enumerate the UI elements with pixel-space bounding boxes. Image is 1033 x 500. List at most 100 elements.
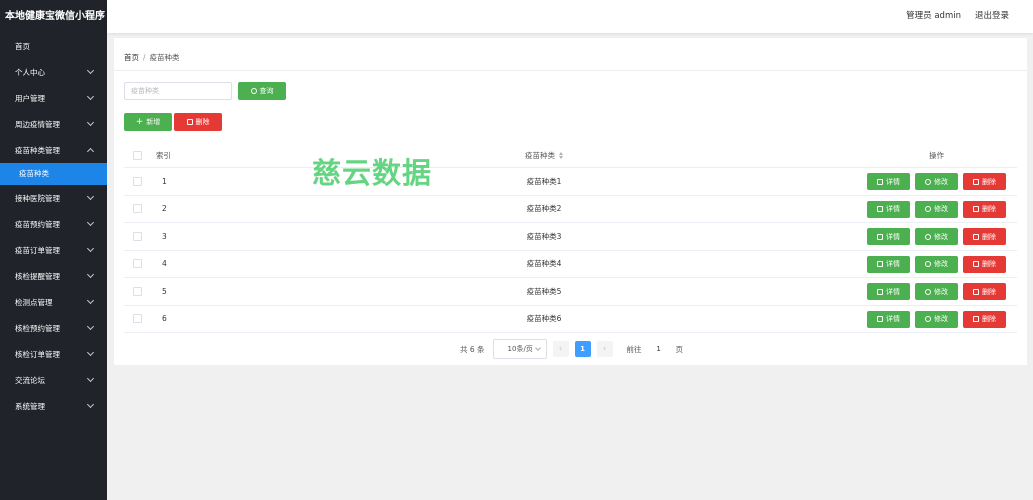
detail-button[interactable]: 详情 bbox=[867, 310, 910, 328]
detail-button[interactable]: 详情 bbox=[867, 173, 910, 190]
breadcrumb-separator: / bbox=[143, 53, 146, 62]
detail-button-label: 详情 bbox=[886, 287, 900, 296]
sidebar-item[interactable]: 疫苗种类管理 bbox=[0, 137, 107, 163]
edit-button[interactable]: 修改 bbox=[915, 200, 958, 218]
goto-suffix: 页 bbox=[675, 344, 684, 354]
sidebar-subitem-active[interactable]: 疫苗种类 bbox=[0, 163, 107, 185]
next-page-button[interactable]: › bbox=[596, 341, 613, 357]
row-checkbox[interactable] bbox=[133, 176, 142, 186]
sidebar-item[interactable]: 检测点管理 bbox=[0, 289, 107, 315]
logout-link[interactable]: 退出登录 bbox=[975, 0, 1009, 33]
row-type: 疫苗种类2 bbox=[526, 204, 562, 214]
trash-icon bbox=[186, 119, 193, 125]
sidebar-item[interactable]: 周边疫情管理 bbox=[0, 111, 107, 137]
pencil-icon bbox=[925, 261, 931, 267]
row-index: 1 bbox=[162, 176, 167, 186]
row-delete-button-label: 删除 bbox=[982, 232, 996, 241]
edit-button[interactable]: 修改 bbox=[915, 173, 958, 190]
row-delete-button[interactable]: 删除 bbox=[963, 310, 1006, 328]
trash-icon bbox=[973, 178, 979, 185]
breadcrumb-home[interactable]: 首页 bbox=[124, 53, 139, 62]
sidebar-item[interactable]: 用户管理 bbox=[0, 85, 107, 111]
row-delete-button[interactable]: 删除 bbox=[963, 200, 1006, 218]
row-delete-button[interactable]: 删除 bbox=[963, 255, 1006, 273]
row-index: 4 bbox=[162, 259, 167, 269]
add-button[interactable]: + 新增 bbox=[124, 113, 172, 131]
chevron-up-icon bbox=[86, 147, 95, 156]
sidebar-item[interactable]: 核检预约管理 bbox=[0, 315, 107, 341]
row-delete-button[interactable]: 删除 bbox=[963, 283, 1006, 300]
search-input[interactable] bbox=[124, 82, 232, 100]
select-all-checkbox[interactable] bbox=[133, 150, 142, 160]
prev-page-button[interactable]: ‹ bbox=[552, 341, 569, 357]
row-checkbox[interactable] bbox=[133, 231, 142, 241]
row-index: 5 bbox=[162, 286, 167, 296]
edit-button[interactable]: 修改 bbox=[915, 310, 958, 328]
chevron-down-icon bbox=[86, 218, 95, 227]
sort-icon[interactable] bbox=[559, 151, 563, 159]
header-type[interactable]: 疫苗种类 bbox=[464, 143, 624, 167]
row-index: 6 bbox=[162, 314, 167, 324]
row-checkbox[interactable] bbox=[133, 204, 142, 214]
edit-button[interactable]: 修改 bbox=[915, 228, 958, 245]
pencil-icon bbox=[925, 206, 931, 212]
main-panel: 首页/疫苗种类 查询 + 新增 删除 索引 疫苗种类 操作 1疫苗种类1详情修改… bbox=[114, 38, 1027, 365]
row-delete-button[interactable]: 删除 bbox=[963, 173, 1006, 190]
chevron-down-icon bbox=[86, 400, 95, 409]
detail-button[interactable]: 详情 bbox=[867, 228, 910, 245]
chevron-down-icon bbox=[86, 92, 95, 101]
sidebar-item-label: 周边疫情管理 bbox=[15, 119, 60, 129]
row-actions: 详情 修改 删除 bbox=[867, 283, 1006, 300]
sidebar-item[interactable]: 疫苗预约管理 bbox=[0, 211, 107, 237]
sidebar-item[interactable]: 个人中心 bbox=[0, 59, 107, 85]
sidebar: 本地健康宝微信小程序 首页 个人中心 用户管理 周边疫情管理 疫苗种类管理 疫苗种类 接种医… bbox=[0, 0, 107, 500]
row-type: 疫苗种类1 bbox=[526, 176, 562, 186]
delete-button[interactable]: 删除 bbox=[174, 113, 222, 131]
edit-button[interactable]: 修改 bbox=[915, 283, 958, 300]
row-checkbox[interactable] bbox=[133, 259, 142, 269]
row-type: 疫苗种类6 bbox=[526, 314, 562, 324]
sidebar-item[interactable]: 疫苗订单管理 bbox=[0, 237, 107, 263]
table-header: 索引 疫苗种类 操作 bbox=[124, 143, 1017, 168]
search-button[interactable]: 查询 bbox=[238, 82, 286, 100]
chevron-down-icon bbox=[86, 374, 95, 383]
goto-prefix: 前往 bbox=[626, 344, 642, 354]
breadcrumb-current: 疫苗种类 bbox=[149, 53, 180, 62]
page-size-select[interactable]: 10条/页 bbox=[492, 339, 547, 359]
detail-button[interactable]: 详情 bbox=[867, 200, 910, 218]
row-delete-button[interactable]: 删除 bbox=[963, 228, 1006, 245]
chevron-down-icon bbox=[86, 322, 95, 331]
sidebar-item[interactable]: 核检订单管理 bbox=[0, 341, 107, 367]
goto-page-input[interactable] bbox=[645, 340, 672, 358]
sidebar-item[interactable]: 系统管理 bbox=[0, 393, 107, 419]
row-checkbox[interactable] bbox=[133, 314, 142, 324]
sidebar-item[interactable]: 首页 bbox=[0, 33, 107, 59]
table-row: 3 疫苗种类3 详情 修改 删除 bbox=[124, 223, 1017, 251]
page-number-button[interactable]: 1 bbox=[574, 341, 591, 357]
sidebar-item-label: 系统管理 bbox=[15, 401, 45, 411]
row-checkbox[interactable] bbox=[133, 286, 142, 296]
sidebar-item[interactable]: 核检提醒管理 bbox=[0, 263, 107, 289]
detail-button[interactable]: 详情 bbox=[867, 255, 910, 273]
detail-button-label: 详情 bbox=[886, 232, 900, 241]
document-icon bbox=[877, 261, 883, 267]
edit-button-label: 修改 bbox=[934, 177, 948, 186]
edit-button[interactable]: 修改 bbox=[915, 255, 958, 273]
row-checkbox-cell bbox=[133, 168, 142, 195]
sidebar-item-label: 交流论坛 bbox=[15, 375, 45, 385]
plus-icon: + bbox=[135, 116, 144, 127]
row-delete-button-label: 删除 bbox=[982, 315, 996, 323]
row-checkbox-cell bbox=[133, 223, 142, 250]
header-index: 索引 bbox=[156, 150, 171, 160]
row-index: 2 bbox=[162, 204, 167, 214]
row-checkbox-cell bbox=[133, 278, 142, 305]
pagination-total: 共 6 条 bbox=[460, 344, 485, 354]
detail-button-label: 详情 bbox=[886, 260, 900, 268]
sidebar-item[interactable]: 交流论坛 bbox=[0, 367, 107, 393]
sidebar-item[interactable]: 接种医院管理 bbox=[0, 185, 107, 211]
detail-button-label: 详情 bbox=[886, 177, 900, 186]
detail-button[interactable]: 详情 bbox=[867, 283, 910, 300]
pencil-icon bbox=[925, 316, 931, 322]
chevron-left-icon: ‹ bbox=[558, 344, 563, 354]
breadcrumb: 首页 / 疫苗种类 bbox=[124, 52, 180, 63]
